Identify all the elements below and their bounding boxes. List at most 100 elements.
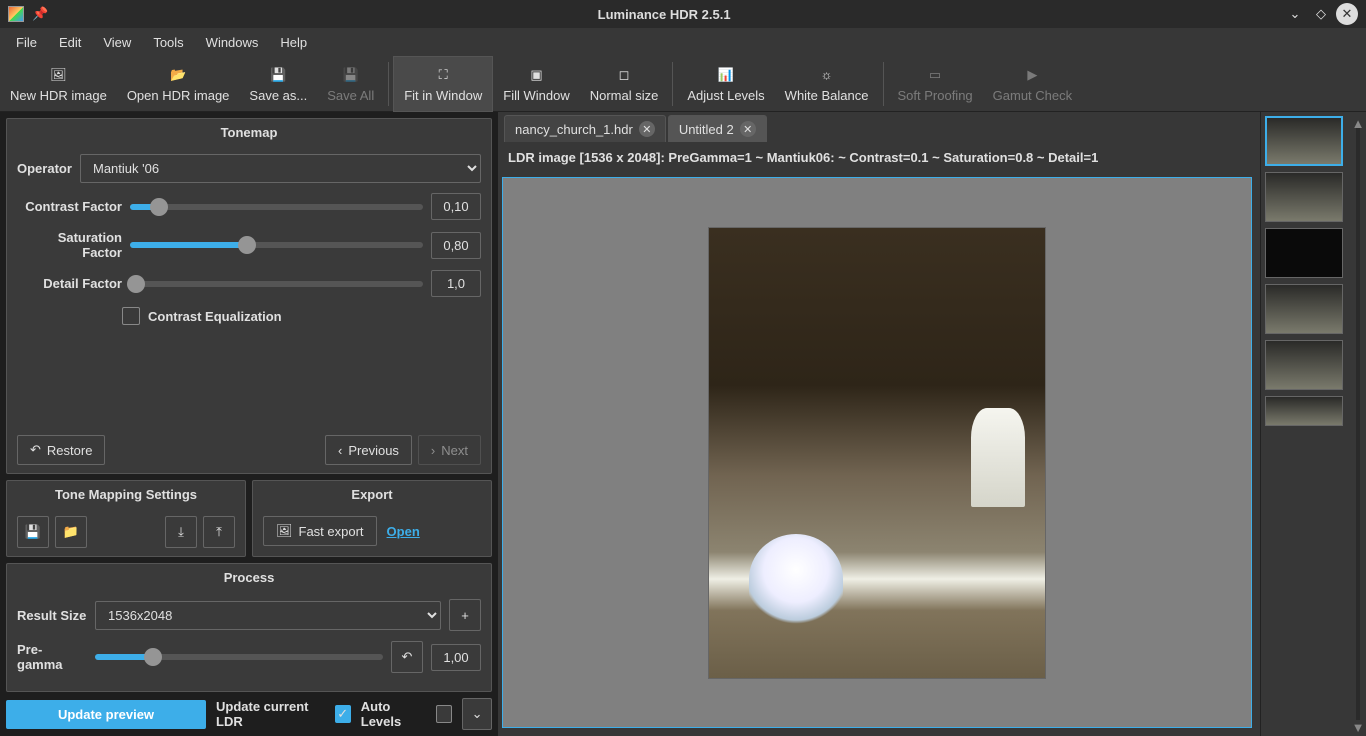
- save-all-icon: 💾: [341, 65, 361, 85]
- process-panel: Process Result Size 1536x2048 + Pre-gamm…: [6, 563, 492, 692]
- levels-icon: 📊: [716, 65, 736, 85]
- close-icon[interactable]: ✕: [1336, 3, 1358, 25]
- slider-1[interactable]: [130, 242, 423, 248]
- auto-levels-menu-button[interactable]: ⌄: [462, 698, 492, 730]
- fill-window-button[interactable]: ▣Fill Window: [493, 56, 579, 112]
- slider-0[interactable]: [130, 204, 423, 210]
- tab-close-icon[interactable]: ✕: [740, 121, 756, 137]
- tab-nancy-church[interactable]: nancy_church_1.hdr✕: [504, 115, 666, 142]
- auto-levels-label: Auto Levels: [361, 699, 426, 729]
- update-ldr-checkbox[interactable]: ✓: [335, 705, 351, 723]
- slider-value-0[interactable]: [431, 193, 481, 220]
- contrast-eq-checkbox[interactable]: [122, 307, 140, 325]
- new-hdr-button[interactable]: 🖼New HDR image: [0, 56, 117, 112]
- white-balance-button[interactable]: ☼White Balance: [775, 56, 879, 112]
- menu-windows[interactable]: Windows: [196, 31, 269, 54]
- gamut-check-button: ▶Gamut Check: [983, 56, 1082, 112]
- export-open-link[interactable]: Open: [387, 524, 420, 539]
- thumbnail-6[interactable]: [1265, 396, 1343, 426]
- menubar: File Edit View Tools Windows Help: [0, 28, 1366, 56]
- reset-icon: ↶: [402, 649, 413, 665]
- separator: [883, 62, 884, 106]
- update-ldr-label: Update current LDR: [216, 699, 325, 729]
- minimize-icon[interactable]: ⌄: [1284, 3, 1306, 25]
- download-icon: ⤓: [178, 524, 184, 540]
- tms-save-button[interactable]: 💾: [17, 516, 49, 548]
- operator-select[interactable]: Mantiuk '06: [80, 154, 481, 183]
- fit-window-button[interactable]: ⛶Fit in Window: [393, 56, 493, 112]
- toolbar: 🖼New HDR image 📂Open HDR image 💾Save as.…: [0, 56, 1366, 112]
- pregamma-input[interactable]: [431, 644, 481, 671]
- save-as-button[interactable]: 💾Save as...: [239, 56, 317, 112]
- slider-label-2: Detail Factor: [17, 276, 122, 291]
- chevron-right-icon: ›: [431, 443, 435, 458]
- tms-open-button[interactable]: 📁: [55, 516, 87, 548]
- thumbnail-2[interactable]: [1265, 172, 1343, 222]
- slider-value-2[interactable]: [431, 270, 481, 297]
- image-plus-icon: 🖼: [48, 65, 68, 85]
- tms-import-button[interactable]: ⤓: [165, 516, 197, 548]
- fit-icon: ⛶: [433, 65, 453, 85]
- normal-size-button[interactable]: ◻Normal size: [580, 56, 669, 112]
- tms-export-button[interactable]: ⤒: [203, 516, 235, 548]
- app-icon: [8, 6, 24, 22]
- menu-help[interactable]: Help: [270, 31, 317, 54]
- pregamma-slider[interactable]: [95, 654, 383, 660]
- tms-panel: Tone Mapping Settings 💾 📁 ⤓ ⤒: [6, 480, 246, 557]
- slider-label-1: Saturation Factor: [17, 230, 122, 260]
- tab-untitled-2[interactable]: Untitled 2✕: [668, 115, 767, 142]
- menu-view[interactable]: View: [93, 31, 141, 54]
- restore-button[interactable]: ↶Restore: [17, 435, 105, 465]
- thumbnail-scrollbar[interactable]: ▲ ▼: [1352, 116, 1364, 732]
- thumbnail-3[interactable]: [1265, 228, 1343, 278]
- menu-file[interactable]: File: [6, 31, 47, 54]
- image-icon: 🖼: [276, 523, 293, 539]
- image-viewport[interactable]: [502, 177, 1252, 728]
- next-button: ›Next: [418, 435, 481, 465]
- pin-icon[interactable]: 📌: [32, 6, 48, 22]
- thumbnail-4[interactable]: [1265, 284, 1343, 334]
- open-hdr-button[interactable]: 📂Open HDR image: [117, 56, 240, 112]
- auto-levels-checkbox[interactable]: [436, 705, 452, 723]
- save-icon: 💾: [25, 524, 41, 540]
- process-title: Process: [7, 564, 491, 591]
- fast-export-button[interactable]: 🖼Fast export: [263, 516, 377, 546]
- normal-icon: ◻: [614, 65, 634, 85]
- undo-icon: ↶: [30, 442, 41, 458]
- pregamma-label: Pre-gamma: [17, 642, 87, 672]
- slider-2[interactable]: [130, 281, 423, 287]
- operator-label: Operator: [17, 161, 72, 176]
- soft-proof-button: ▭Soft Proofing: [888, 56, 983, 112]
- scroll-up-icon[interactable]: ▲: [1352, 116, 1365, 128]
- chevron-left-icon: ‹: [338, 443, 342, 458]
- tonemap-title: Tonemap: [7, 119, 491, 146]
- update-preview-button[interactable]: Update preview: [6, 700, 206, 729]
- menu-tools[interactable]: Tools: [143, 31, 193, 54]
- add-size-button[interactable]: +: [449, 599, 481, 631]
- folder-open-icon: 📂: [168, 65, 188, 85]
- adjust-levels-button[interactable]: 📊Adjust Levels: [677, 56, 774, 112]
- thumbnail-5[interactable]: [1265, 340, 1343, 390]
- scroll-down-icon[interactable]: ▼: [1352, 720, 1365, 732]
- chevron-down-icon: ⌄: [472, 706, 483, 722]
- previous-button[interactable]: ‹Previous: [325, 435, 412, 465]
- result-size-select[interactable]: 1536x2048: [95, 601, 441, 630]
- document-tabs: nancy_church_1.hdr✕ Untitled 2✕: [498, 112, 1260, 142]
- pregamma-reset-button[interactable]: ↶: [391, 641, 423, 673]
- separator: [388, 62, 389, 106]
- save-all-button: 💾Save All: [317, 56, 384, 112]
- tms-title: Tone Mapping Settings: [7, 481, 245, 508]
- menu-edit[interactable]: Edit: [49, 31, 91, 54]
- preview-image: [708, 227, 1046, 679]
- slider-value-1[interactable]: [431, 232, 481, 259]
- fill-icon: ▣: [526, 65, 546, 85]
- maximize-icon[interactable]: ◇: [1310, 3, 1332, 25]
- window-title: Luminance HDR 2.5.1: [48, 7, 1280, 22]
- image-info: LDR image [1536 x 2048]: PreGamma=1 ~ Ma…: [498, 142, 1260, 173]
- folder-icon: 📁: [63, 524, 79, 540]
- thumbnail-1[interactable]: [1265, 116, 1343, 166]
- export-panel: Export 🖼Fast export Open: [252, 480, 492, 557]
- save-icon: 💾: [268, 65, 288, 85]
- sun-icon: ☼: [817, 65, 837, 85]
- tab-close-icon[interactable]: ✕: [639, 121, 655, 137]
